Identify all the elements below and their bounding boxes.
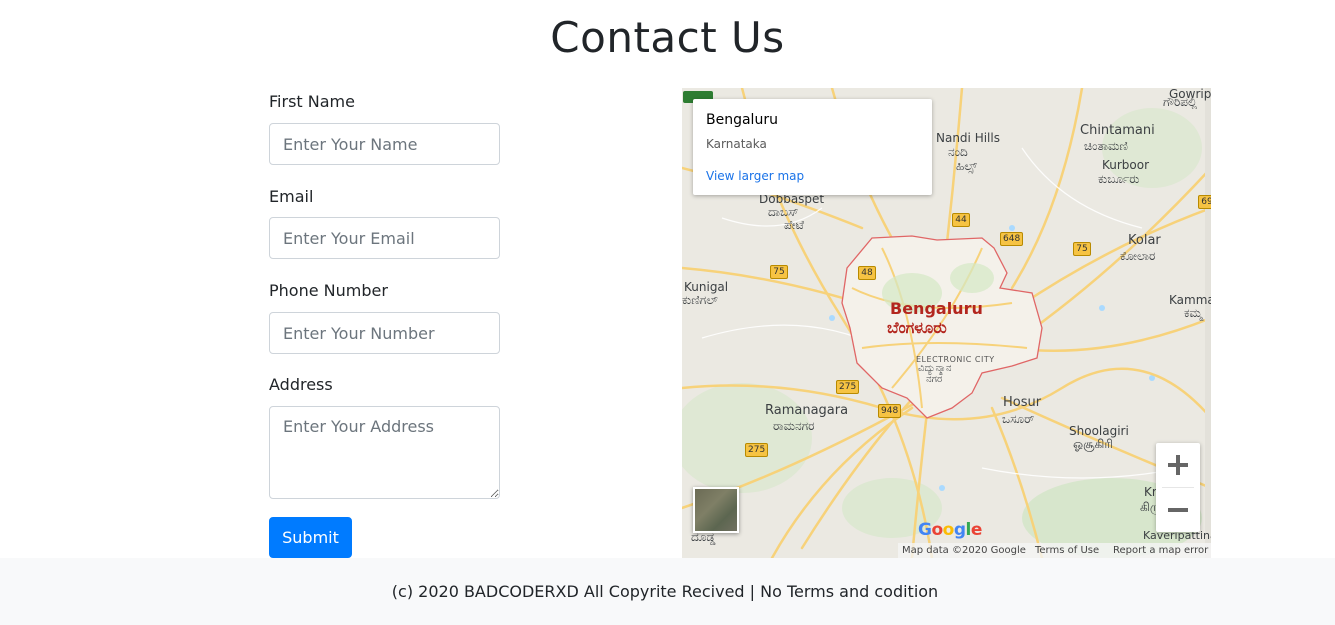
email-label: Email bbox=[269, 187, 314, 206]
map-label-bengaluru: Bengaluru bbox=[890, 299, 983, 318]
page-footer: (c) 2020 BADCODERXD All Copyrite Recived… bbox=[0, 558, 1335, 625]
footer-copyright: (c) 2020 BADCODERXD All Copyrite Recived… bbox=[391, 582, 939, 601]
map-label-bengaluru-kn: ಬೆಂಗಳೂರು bbox=[887, 318, 947, 337]
highway-shield: 48 bbox=[858, 266, 876, 280]
map-label-ramanagara: Ramanagara bbox=[765, 403, 849, 418]
highway-shield: 275 bbox=[836, 380, 860, 394]
highway-shield: 75 bbox=[1073, 242, 1091, 256]
map-label-shoolagiri: Shoolagiri bbox=[1069, 424, 1129, 438]
email-input[interactable] bbox=[269, 217, 500, 259]
map-label-chintamani-kn: ಚಿಂತಾಮಣಿ bbox=[1084, 139, 1128, 153]
map-label-dobbaspet-kn: ದಾಬಸ್ bbox=[768, 205, 799, 219]
map-label-dobbaspet-kn2: ಪೇಟೆ bbox=[784, 218, 804, 232]
map-label-kunigal-kn: ಕುಣಿಗಲ್ bbox=[682, 293, 718, 307]
map-label-kurboor-kn: ಕುರ್ಬೂರು bbox=[1098, 172, 1140, 186]
report-map-error-link[interactable]: Report a map error bbox=[1113, 543, 1208, 558]
page-title: Contact Us bbox=[550, 13, 785, 62]
highway-shield: 948 bbox=[878, 404, 902, 418]
first-name-input[interactable] bbox=[269, 123, 500, 165]
phone-input[interactable] bbox=[269, 312, 500, 354]
highway-shield: 69 bbox=[1198, 195, 1211, 209]
map-label-nandi-hills: Nandi Hills bbox=[936, 131, 1000, 145]
map-label-nandi-hills-kn2: ಹಿಲ್ಸ್ bbox=[956, 159, 978, 173]
zoom-in-button[interactable] bbox=[1156, 443, 1200, 487]
map-label-shoolagiri-kn: ஓசூகிரி bbox=[1073, 437, 1114, 451]
satellite-toggle-thumbnail[interactable] bbox=[693, 487, 739, 533]
highway-shield: 275 bbox=[745, 443, 769, 457]
map-label-chintamani: Chintamani bbox=[1080, 123, 1155, 138]
map-label-kolar: Kolar bbox=[1128, 233, 1161, 248]
map-info-subtitle: Karnataka bbox=[706, 137, 767, 151]
submit-button[interactable]: Submit bbox=[269, 517, 352, 558]
highway-shield: 75 bbox=[770, 265, 788, 279]
embedded-map[interactable]: Gowripall ಗೌರಿಪಲ್ಲಿ Nandi Hills ನಂದಿ ಹಿಲ… bbox=[682, 88, 1211, 558]
map-label-hosur-kn: ಒಸೂರ್ bbox=[1002, 412, 1035, 426]
highway-shield: 648 bbox=[1000, 232, 1024, 246]
map-label-kunigal: Kunigal bbox=[684, 280, 729, 294]
map-label-hosur: Hosur bbox=[1003, 395, 1042, 410]
highway-shield: 44 bbox=[952, 213, 970, 227]
map-data-attribution: Map data ©2020 Google bbox=[902, 545, 1026, 556]
zoom-out-button[interactable] bbox=[1156, 488, 1200, 532]
terms-of-use-link[interactable]: Terms of Use bbox=[1035, 543, 1099, 558]
map-label-kurboor: Kurboor bbox=[1102, 158, 1150, 172]
map-label-kolar-kn: ಕೋಲಾರ bbox=[1120, 249, 1156, 263]
map-label-kamma: Kamma bbox=[1169, 293, 1211, 307]
phone-label: Phone Number bbox=[269, 281, 388, 300]
map-label-nandi-hills-kn: ನಂದಿ bbox=[948, 145, 968, 159]
map-label-krishnagiri: Kr bbox=[1144, 485, 1157, 499]
address-label: Address bbox=[269, 375, 333, 394]
view-larger-map-link[interactable]: View larger map bbox=[706, 169, 804, 183]
google-logo: Google bbox=[918, 520, 982, 540]
map-info-card: Bengaluru Karnataka View larger map bbox=[693, 99, 932, 195]
map-info-title: Bengaluru bbox=[706, 112, 778, 128]
map-label-ramanagara-kn: ರಾಮನಗರ bbox=[773, 419, 815, 433]
first-name-label: First Name bbox=[269, 92, 355, 111]
map-label-gowripalli-kn: ಗೌರಿಪಲ್ಲಿ bbox=[1163, 95, 1198, 109]
minus-icon bbox=[1168, 508, 1188, 512]
zoom-controls bbox=[1156, 443, 1200, 532]
address-textarea[interactable] bbox=[269, 406, 500, 499]
plus-icon bbox=[1168, 455, 1188, 475]
map-label-kamma-kn: ಕಮ್ಮ bbox=[1184, 306, 1203, 320]
map-label-electronic-city-kn2: ನಗರ bbox=[926, 374, 943, 385]
map-attribution-bar: Map data ©2020 Google Terms of Use Repor… bbox=[898, 543, 1211, 558]
